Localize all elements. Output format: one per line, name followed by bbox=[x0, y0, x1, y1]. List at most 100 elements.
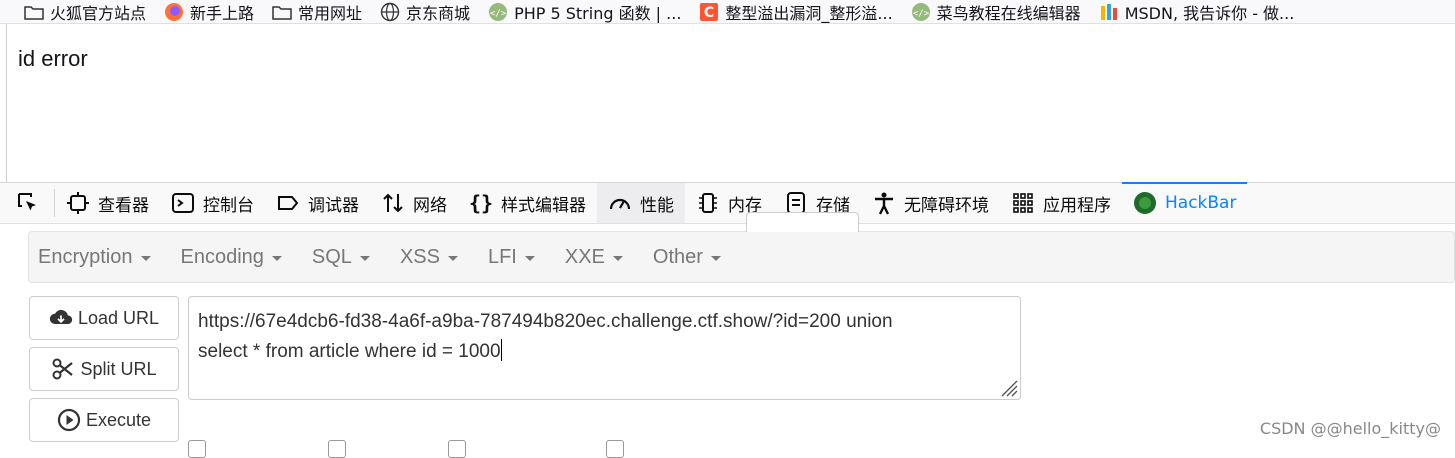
caret-down-icon bbox=[447, 255, 458, 261]
button-label: Load URL bbox=[77, 307, 160, 328]
folder-icon bbox=[24, 3, 44, 21]
menu-xxe[interactable]: XXE bbox=[556, 246, 632, 269]
tab-label: 查看器 bbox=[98, 195, 149, 216]
console-icon bbox=[171, 191, 195, 215]
network-icon bbox=[381, 191, 405, 215]
style-editor-icon: {} bbox=[468, 191, 494, 215]
menu-other[interactable]: Other bbox=[644, 246, 730, 269]
cloud-download-icon bbox=[49, 306, 73, 330]
bookmark-firefox-site[interactable]: 火狐官方站点 bbox=[24, 0, 146, 23]
tab-performance[interactable]: 性能 bbox=[597, 183, 685, 223]
menu-label: Other bbox=[652, 245, 703, 268]
tab-hackbar[interactable]: HackBar bbox=[1122, 182, 1248, 223]
url-textarea[interactable]: https://67e4dcb6-fd38-4a6f-a9ba-787494b8… bbox=[188, 296, 1021, 400]
button-label: Execute bbox=[85, 409, 152, 430]
bookmark-label: 京东商城 bbox=[406, 3, 471, 23]
bookmark-integer-overflow[interactable]: C 整型溢出漏洞_整形溢... bbox=[699, 0, 893, 23]
menu-lfi[interactable]: LFI bbox=[479, 246, 544, 269]
runoob-icon: </> bbox=[488, 2, 508, 21]
bookmark-php-string[interactable]: </> PHP 5 String 函数 | ... bbox=[488, 0, 682, 23]
tab-label: 无障碍环境 bbox=[904, 195, 989, 216]
tab-label: 网络 bbox=[413, 195, 447, 216]
caret-down-icon bbox=[710, 255, 721, 261]
hackbar-panel: Encryption Encoding SQL XSS LFI XXE Othe… bbox=[0, 212, 1455, 458]
tab-label: 应用程序 bbox=[1043, 195, 1111, 216]
menu-xss[interactable]: XSS bbox=[391, 246, 467, 269]
tab-network[interactable]: 网络 bbox=[370, 183, 458, 223]
options-select[interactable] bbox=[746, 212, 859, 232]
tab-inspector[interactable]: 查看器 bbox=[55, 183, 160, 223]
bookmark-label: 新手上路 bbox=[190, 3, 255, 23]
button-label: Split URL bbox=[80, 358, 157, 379]
inspector-icon bbox=[66, 191, 90, 215]
tab-label: 调试器 bbox=[308, 195, 359, 216]
element-picker-button[interactable] bbox=[0, 189, 55, 217]
hackbar-icon bbox=[1133, 191, 1157, 215]
resize-grip-icon[interactable] bbox=[996, 375, 1018, 397]
scissors-icon bbox=[51, 357, 75, 381]
runoob-icon: </> bbox=[911, 2, 931, 21]
menu-encryption[interactable]: Encryption bbox=[29, 246, 160, 269]
application-icon bbox=[1011, 191, 1035, 215]
memory-icon bbox=[696, 191, 720, 215]
accessibility-icon bbox=[872, 191, 896, 215]
watermark: CSDN @@hello_kitty@ bbox=[1259, 419, 1441, 438]
caret-down-icon bbox=[612, 255, 623, 261]
menu-label: SQL bbox=[311, 245, 352, 268]
page-body-text: id error bbox=[18, 46, 88, 71]
firefox-icon bbox=[164, 2, 184, 21]
debugger-icon bbox=[276, 191, 300, 215]
tab-label: 控制台 bbox=[203, 195, 254, 216]
bookmarks-toolbar: 火狐官方站点 新手上路 常用网址 京东商城 </> PHP 5 String 函… bbox=[0, 0, 1455, 24]
checkbox[interactable] bbox=[606, 440, 624, 458]
tab-debugger[interactable]: 调试器 bbox=[265, 183, 370, 223]
tab-label: HackBar bbox=[1165, 193, 1237, 213]
page-left-border bbox=[6, 24, 7, 184]
bookmark-label: PHP 5 String 函数 | ... bbox=[514, 3, 682, 23]
globe-icon bbox=[380, 2, 400, 21]
options-row bbox=[188, 436, 988, 458]
csdn-icon: C bbox=[699, 2, 719, 21]
bookmark-label: MSDN, 我告诉你 - 做... bbox=[1124, 3, 1295, 23]
menu-encoding[interactable]: Encoding bbox=[172, 246, 291, 269]
caret-down-icon bbox=[524, 255, 535, 261]
split-url-button[interactable]: Split URL bbox=[29, 347, 179, 391]
caret-down-icon bbox=[271, 255, 282, 261]
bookmark-getting-started[interactable]: 新手上路 bbox=[164, 0, 255, 23]
tab-label: 性能 bbox=[640, 195, 674, 216]
caret-down-icon bbox=[140, 255, 151, 261]
bookmark-label: 整型溢出漏洞_整形溢... bbox=[725, 3, 893, 23]
url-text-line-2: select * from article where id = 1000 bbox=[198, 341, 501, 362]
checkbox[interactable] bbox=[328, 440, 346, 458]
msdn-icon bbox=[1099, 3, 1119, 21]
load-url-button[interactable]: Load URL bbox=[29, 296, 179, 340]
menu-label: Encoding bbox=[180, 245, 264, 268]
bookmark-jd[interactable]: 京东商城 bbox=[380, 0, 471, 23]
bookmark-msdn[interactable]: MSDN, 我告诉你 - 做... bbox=[1099, 0, 1295, 23]
text-cursor bbox=[500, 339, 502, 361]
checkbox[interactable] bbox=[188, 440, 206, 458]
svg-text:</>: </> bbox=[913, 9, 930, 19]
execute-button[interactable]: Execute bbox=[29, 398, 179, 442]
folder-icon bbox=[272, 3, 292, 21]
tab-accessibility[interactable]: 无障碍环境 bbox=[861, 183, 1000, 223]
tab-application[interactable]: 应用程序 bbox=[1000, 183, 1122, 223]
bookmark-common-sites[interactable]: 常用网址 bbox=[272, 0, 363, 23]
svg-text:C: C bbox=[704, 5, 714, 21]
tab-label: 样式编辑器 bbox=[501, 195, 586, 216]
bookmark-runoob-editor[interactable]: </> 菜鸟教程在线编辑器 bbox=[911, 0, 1081, 23]
performance-icon bbox=[608, 191, 632, 215]
play-circle-icon bbox=[57, 408, 81, 432]
bookmark-label: 菜鸟教程在线编辑器 bbox=[936, 3, 1081, 23]
menu-sql[interactable]: SQL bbox=[303, 246, 379, 269]
bookmark-label: 常用网址 bbox=[298, 3, 363, 23]
menu-label: XXE bbox=[564, 245, 605, 268]
tab-style-editor[interactable]: {} 样式编辑器 bbox=[458, 183, 597, 223]
url-text-line-1: https://67e4dcb6-fd38-4a6f-a9ba-787494b8… bbox=[198, 311, 893, 332]
element-picker-icon bbox=[16, 191, 40, 215]
menu-label: XSS bbox=[399, 245, 440, 268]
caret-down-icon bbox=[359, 255, 370, 261]
menu-label: LFI bbox=[487, 245, 517, 268]
checkbox[interactable] bbox=[448, 440, 466, 458]
tab-console[interactable]: 控制台 bbox=[160, 183, 265, 223]
